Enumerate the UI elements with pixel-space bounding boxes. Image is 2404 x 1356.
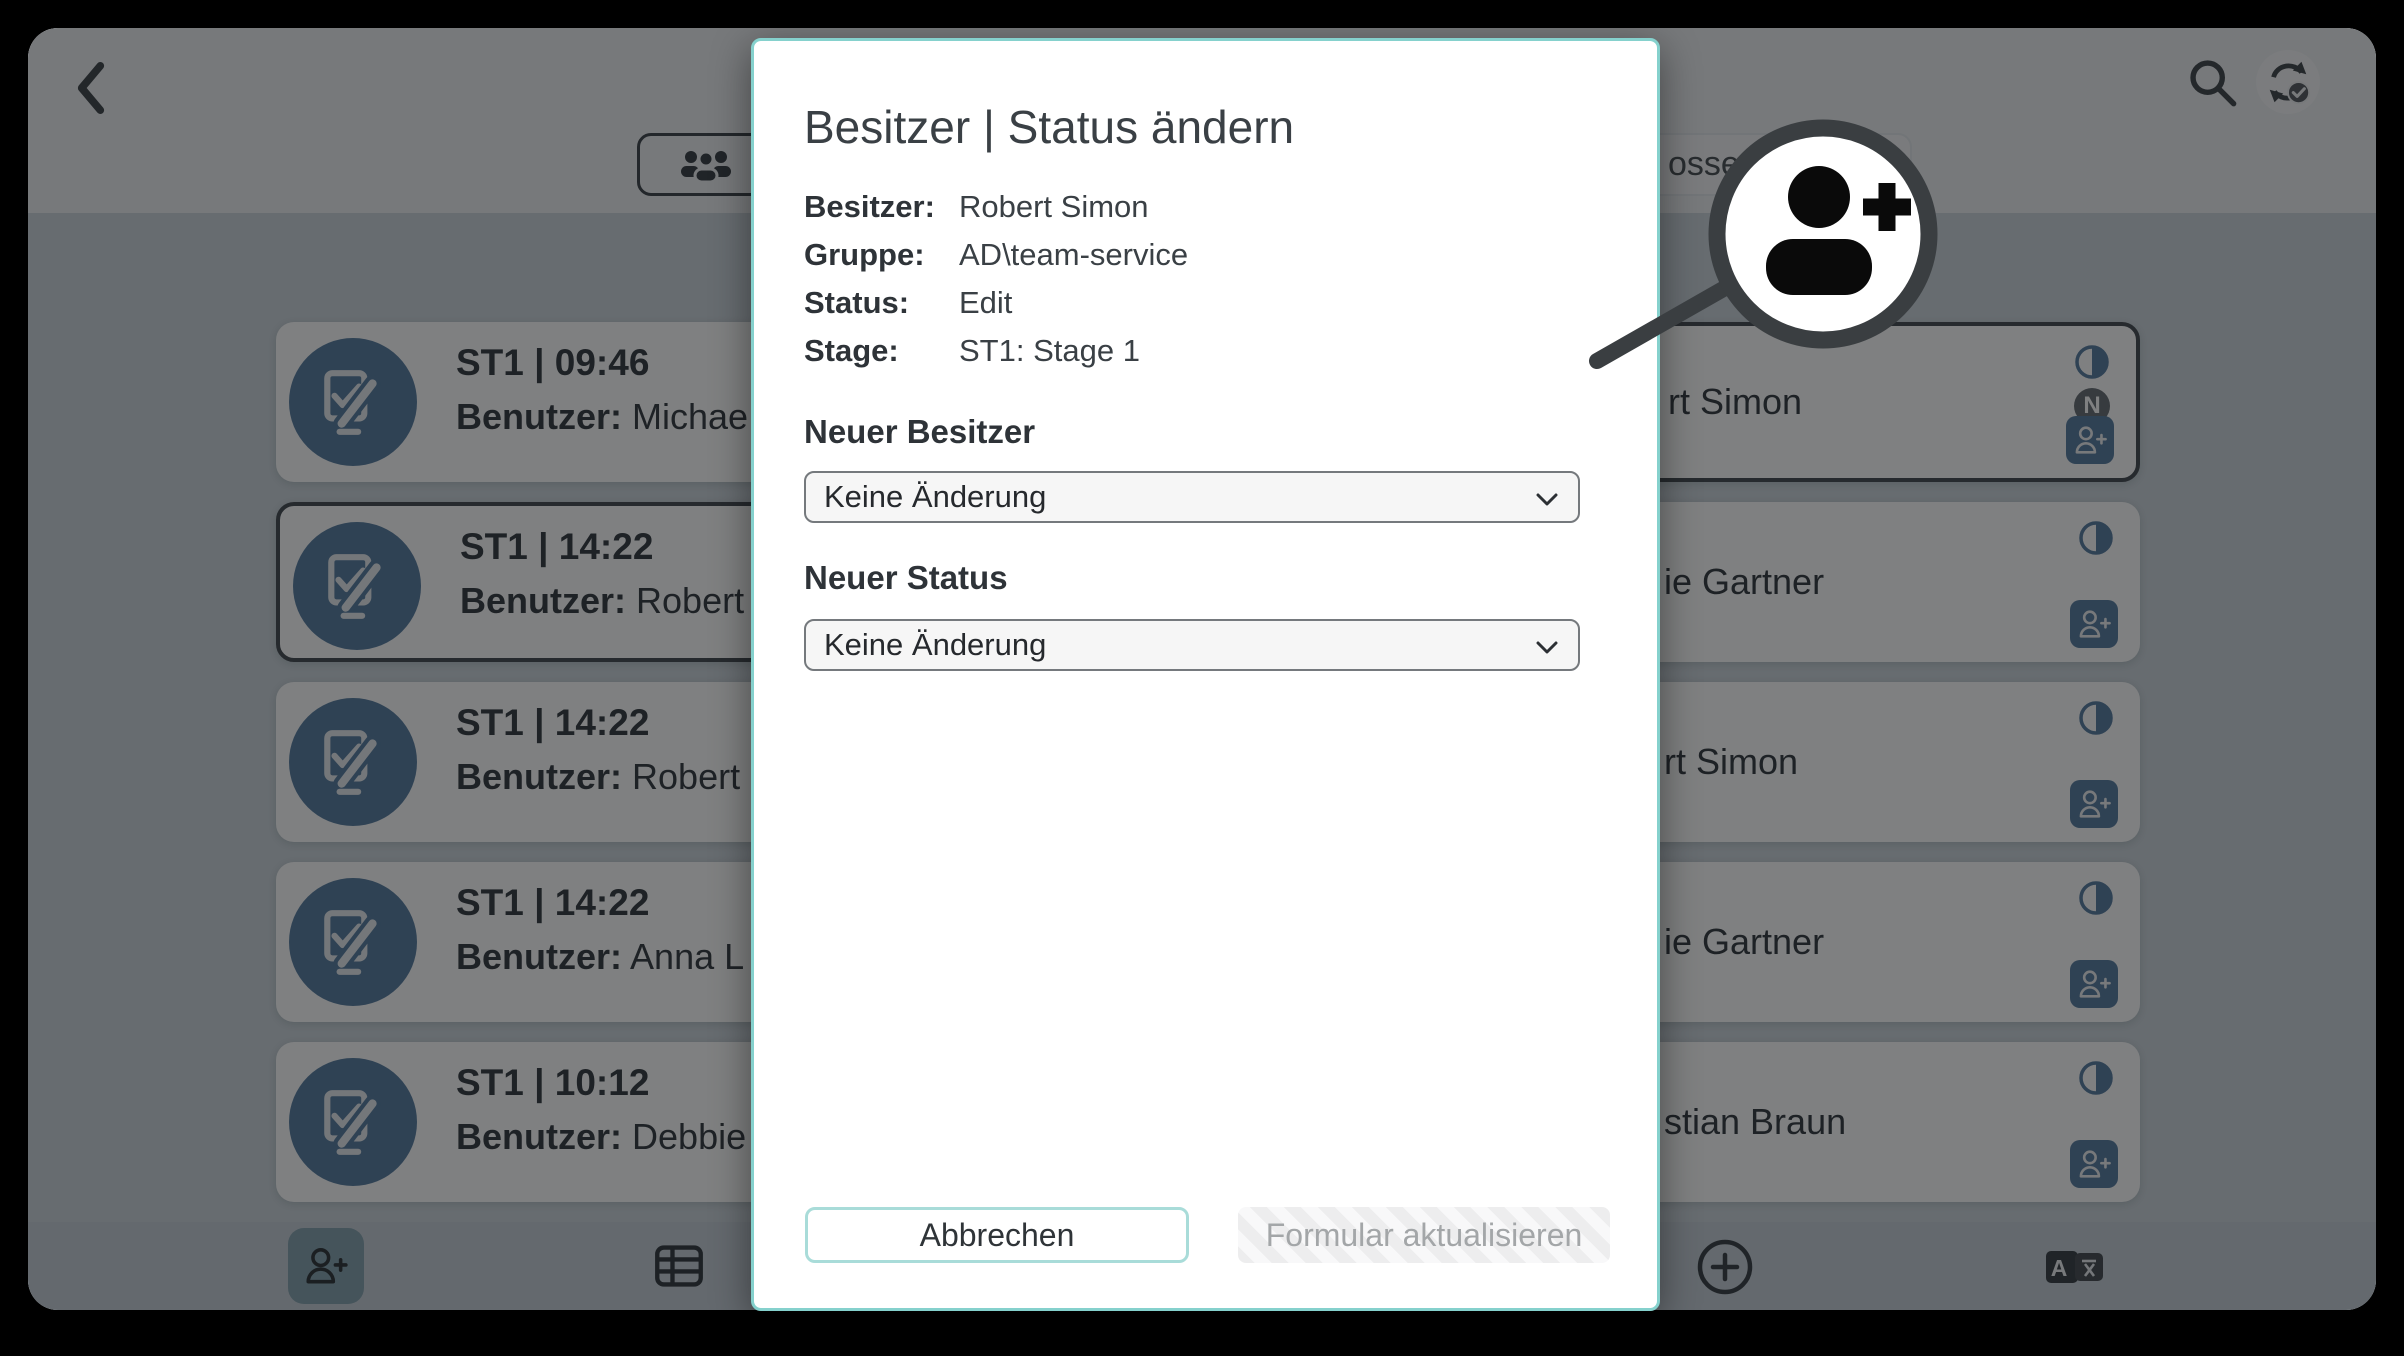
neuer-status-select[interactable]: Keine Änderung: [804, 619, 1580, 671]
selected-option: Keine Änderung: [824, 479, 1046, 515]
field-label: Stage:: [804, 333, 959, 369]
field-row: Status: Edit: [804, 279, 1188, 327]
modal-besitzer-status: Besitzer | Status ändern Besitzer: Rober…: [751, 38, 1660, 1311]
modal-title: Besitzer | Status ändern: [804, 101, 1294, 153]
field-row: Stage: ST1: Stage 1: [804, 327, 1188, 375]
field-label: Besitzer:: [804, 189, 959, 225]
info-fields: Besitzer: Robert Simon Gruppe: AD\team-s…: [804, 183, 1188, 375]
field-label: Status:: [804, 285, 959, 321]
field-row: Besitzer: Robert Simon: [804, 183, 1188, 231]
chevron-down-icon: [1536, 641, 1558, 655]
cancel-button[interactable]: Abbrechen: [805, 1207, 1189, 1263]
field-label: Gruppe:: [804, 237, 959, 273]
field-row: Gruppe: AD\team-service: [804, 231, 1188, 279]
chevron-down-icon: [1536, 493, 1558, 507]
screen: ossen: [0, 0, 2404, 1356]
field-value: Robert Simon: [959, 189, 1149, 225]
selected-option: Keine Änderung: [824, 627, 1046, 663]
neuer-besitzer-select[interactable]: Keine Änderung: [804, 471, 1580, 523]
submit-button[interactable]: Formular aktualisieren: [1238, 1207, 1610, 1263]
neuer-status-label: Neuer Status: [804, 559, 1008, 597]
field-value: Edit: [959, 285, 1012, 321]
field-value: ST1: Stage 1: [959, 333, 1140, 369]
field-value: AD\team-service: [959, 237, 1188, 273]
neuer-besitzer-label: Neuer Besitzer: [804, 413, 1035, 451]
